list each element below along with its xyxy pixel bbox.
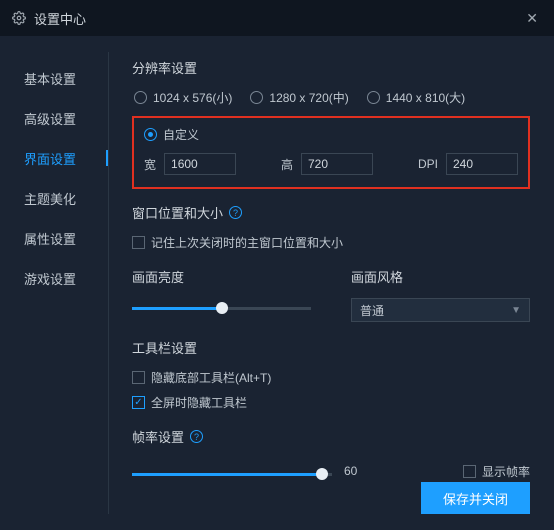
width-label: 宽 xyxy=(144,156,156,173)
radio-icon xyxy=(367,91,380,104)
radio-icon xyxy=(134,91,147,104)
hide-fullscreen-toolbar-checkbox[interactable]: 全屏时隐藏工具栏 xyxy=(132,394,530,411)
close-button[interactable]: ✕ xyxy=(522,6,542,31)
titlebar: 设置中心 ✕ xyxy=(0,0,554,36)
window-pos-title: 窗口位置和大小 ? xyxy=(132,203,530,222)
toolbar-title: 工具栏设置 xyxy=(132,338,530,357)
sidebar-item-theme[interactable]: 主题美化 xyxy=(0,178,108,218)
style-title: 画面风格 xyxy=(351,267,530,286)
dpi-label: DPI xyxy=(418,157,438,171)
custom-resolution-highlight: 自定义 宽 高 DPI xyxy=(132,116,530,189)
help-icon[interactable]: ? xyxy=(190,430,203,443)
chevron-down-icon: ▼ xyxy=(511,305,521,316)
gear-icon xyxy=(12,11,26,25)
sidebar-item-interface[interactable]: 界面设置 xyxy=(0,138,108,178)
window-title: 设置中心 xyxy=(34,9,86,28)
brightness-slider[interactable] xyxy=(132,298,311,318)
fps-slider[interactable] xyxy=(132,464,332,484)
resolution-option-medium[interactable]: 1280 x 720(中) xyxy=(250,89,348,106)
remember-position-checkbox[interactable]: 记住上次关闭时的主窗口位置和大小 xyxy=(132,234,530,251)
height-label: 高 xyxy=(281,156,293,173)
radio-icon xyxy=(144,128,157,141)
radio-icon xyxy=(250,91,263,104)
checkbox-icon xyxy=(463,465,476,478)
checkbox-icon xyxy=(132,371,145,384)
content-panel: 分辨率设置 1024 x 576(小) 1280 x 720(中) 1440 x… xyxy=(108,36,554,530)
save-close-button[interactable]: 保存并关闭 xyxy=(421,482,530,514)
fps-value: 60 xyxy=(344,464,357,478)
checkbox-icon xyxy=(132,396,145,409)
dpi-input[interactable] xyxy=(446,153,518,175)
sidebar-item-basic[interactable]: 基本设置 xyxy=(0,58,108,98)
help-icon[interactable]: ? xyxy=(229,206,242,219)
sidebar: 基本设置 高级设置 界面设置 主题美化 属性设置 游戏设置 xyxy=(0,36,108,530)
brightness-title: 画面亮度 xyxy=(132,267,311,286)
show-fps-checkbox[interactable]: 显示帧率 xyxy=(463,463,530,480)
height-input[interactable] xyxy=(301,153,373,175)
resolution-title: 分辨率设置 xyxy=(132,58,530,77)
sidebar-item-advanced[interactable]: 高级设置 xyxy=(0,98,108,138)
sidebar-item-game[interactable]: 游戏设置 xyxy=(0,258,108,298)
sidebar-item-property[interactable]: 属性设置 xyxy=(0,218,108,258)
settings-window: 设置中心 ✕ 基本设置 高级设置 界面设置 主题美化 属性设置 游戏设置 分辨率… xyxy=(0,0,554,530)
hide-bottom-toolbar-checkbox[interactable]: 隐藏底部工具栏(Alt+T) xyxy=(132,369,530,386)
style-select[interactable]: 普通 ▼ xyxy=(351,298,530,322)
checkbox-icon xyxy=(132,236,145,249)
resolution-option-custom[interactable]: 自定义 xyxy=(144,126,518,143)
fps-title: 帧率设置 ? xyxy=(132,427,530,446)
resolution-option-large[interactable]: 1440 x 810(大) xyxy=(367,89,465,106)
resolution-option-small[interactable]: 1024 x 576(小) xyxy=(134,89,232,106)
width-input[interactable] xyxy=(164,153,236,175)
